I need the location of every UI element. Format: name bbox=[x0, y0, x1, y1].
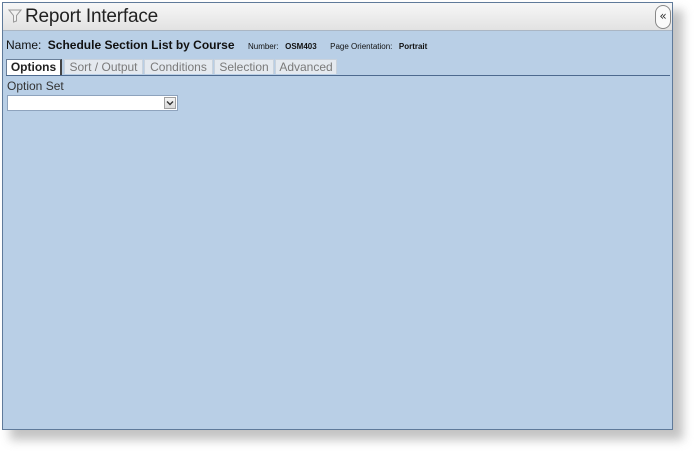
tab-advanced[interactable]: Advanced bbox=[275, 59, 337, 74]
funnel-icon bbox=[8, 9, 22, 23]
report-info-bar: Name: Schedule Section List by Course Nu… bbox=[6, 36, 668, 54]
chevron-down-icon bbox=[166, 101, 174, 106]
collapse-button[interactable]: « bbox=[655, 5, 671, 29]
report-number: OSM403 bbox=[285, 42, 317, 51]
tab-divider bbox=[6, 75, 670, 76]
page-orientation-value: Portrait bbox=[398, 42, 428, 51]
title-bar: Report Interface « bbox=[3, 3, 672, 31]
report-name: Schedule Section List by Course bbox=[47, 38, 235, 52]
option-set-label: Option Set bbox=[7, 79, 64, 93]
report-interface-window: Report Interface « Name: Schedule Sectio… bbox=[2, 2, 673, 430]
option-set-select[interactable] bbox=[7, 95, 178, 111]
double-chevron-left-icon: « bbox=[659, 9, 667, 23]
tab-sort-output[interactable]: Sort / Output bbox=[64, 59, 143, 74]
tab-selection[interactable]: Selection bbox=[214, 59, 274, 74]
name-label: Name: bbox=[6, 38, 42, 52]
page-orientation-label: Page Orientation: bbox=[330, 42, 393, 51]
window-title: Report Interface bbox=[25, 6, 159, 27]
dropdown-button[interactable] bbox=[164, 97, 176, 109]
tab-conditions[interactable]: Conditions bbox=[144, 59, 213, 74]
tab-options[interactable]: Options bbox=[6, 59, 62, 76]
number-label: Number: bbox=[247, 42, 279, 51]
